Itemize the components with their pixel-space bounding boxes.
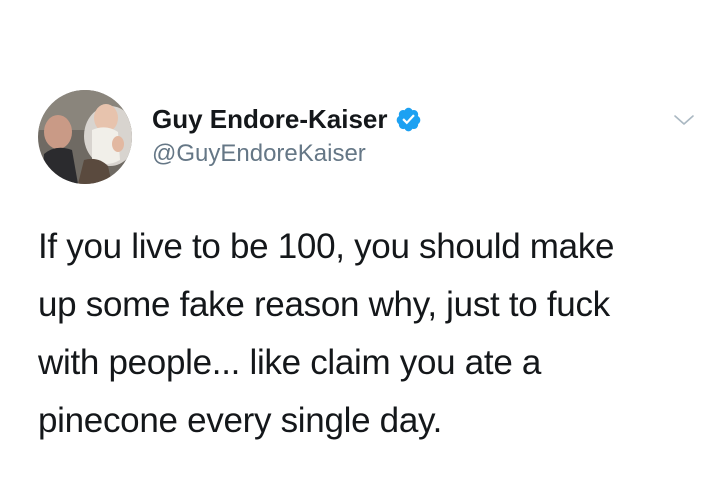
tweet-text-line: up some fake reason why, just to fuck bbox=[38, 285, 610, 324]
avatar[interactable] bbox=[38, 90, 132, 184]
tweet-text: If you live to be 100, you should make u… bbox=[38, 218, 698, 450]
author-handle[interactable]: @GuyEndoreKaiser bbox=[152, 140, 366, 168]
display-name[interactable]: Guy Endore-Kaiser bbox=[152, 104, 388, 135]
tweet-text-line: with people... like claim you ate a bbox=[38, 343, 542, 382]
chevron-down-icon[interactable] bbox=[672, 108, 696, 132]
tweet-text-line: pinecone every single day. bbox=[38, 401, 443, 440]
avatar-photo bbox=[38, 90, 132, 184]
tweet-text-line: If you live to be 100, you should make bbox=[38, 227, 615, 266]
author-name-row[interactable]: Guy Endore-Kaiser bbox=[152, 101, 422, 137]
verified-badge-icon bbox=[395, 106, 422, 133]
tweet-card: Guy Endore-Kaiser @GuyEndoreKaiser If yo… bbox=[0, 0, 728, 484]
